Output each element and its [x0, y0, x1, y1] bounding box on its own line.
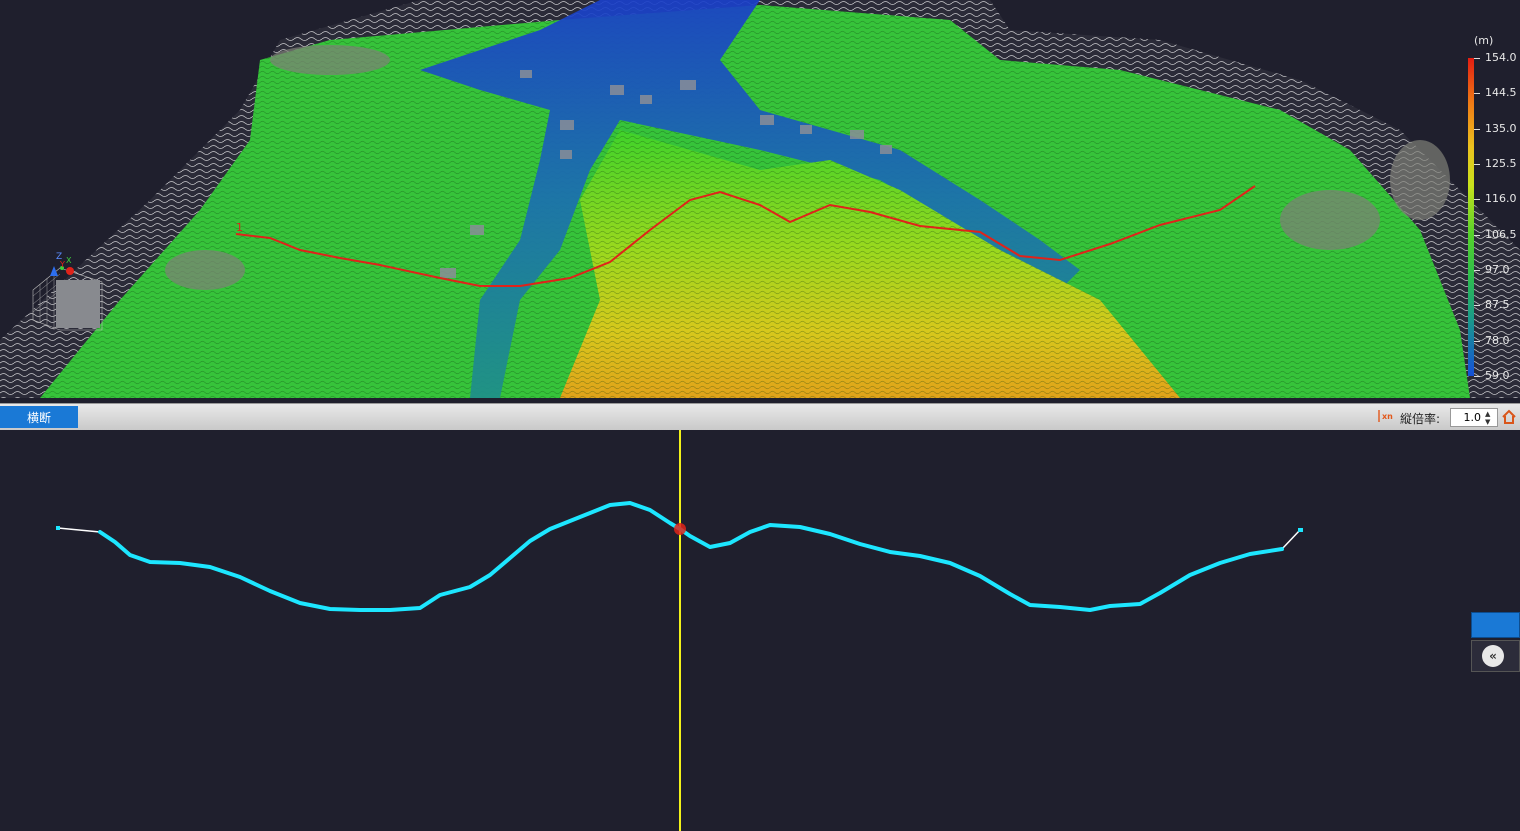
legend-value-label: 78.0 — [1485, 333, 1510, 347]
xn-icon-text: xn — [1382, 412, 1393, 421]
double-chevron-left-icon: « — [1482, 645, 1504, 667]
legend-value-label: 135.0 — [1485, 121, 1517, 135]
legend-tick — [1474, 164, 1480, 165]
home-icon[interactable] — [1500, 408, 1518, 426]
axis-y-label: Y — [59, 260, 65, 269]
cursor-point-marker[interactable] — [674, 523, 686, 535]
legend-value-label: 87.5 — [1485, 298, 1510, 312]
route-start-marker: 1 — [236, 221, 243, 234]
terrain-profile-line — [98, 501, 1284, 612]
axis-x-label: X — [66, 256, 72, 265]
profile-canvas[interactable] — [0, 430, 1520, 831]
spin-up-button[interactable]: ▲ — [1485, 410, 1490, 418]
legend-tick — [1474, 340, 1480, 342]
legend-tick — [1474, 199, 1480, 201]
legend-value-label: 97.0 — [1485, 263, 1510, 276]
legend-tick — [1474, 234, 1480, 236]
legend-tick — [1474, 58, 1480, 59]
legend-tick — [1474, 270, 1480, 271]
vertical-exaggeration-spinbox[interactable]: ▲ ▼ — [1450, 408, 1498, 427]
side-panel-collapse-button[interactable]: « — [1471, 640, 1520, 672]
legend-tick — [1474, 305, 1480, 307]
vertical-exaggeration-input[interactable] — [1451, 411, 1483, 424]
terrain-canvas[interactable]: 1 Z Y X — [0, 0, 1520, 398]
profile-end-segment-left — [57, 527, 101, 533]
legend-color-bar — [1468, 58, 1474, 376]
legend-value-label: 116.0 — [1485, 192, 1517, 206]
legend-value-label: 59.0 — [1485, 369, 1510, 382]
legend-value-label: 144.5 — [1485, 86, 1517, 100]
legend-tick — [1474, 93, 1480, 95]
legend-value-label: 106.5 — [1485, 227, 1517, 241]
profile-end-point-right — [1298, 528, 1303, 532]
side-panel-tab[interactable] — [1471, 612, 1520, 638]
profile-toolbar: 横断 xn 縦倍率: ▲ ▼ — [0, 403, 1520, 431]
legend-unit: (m) — [1474, 34, 1494, 47]
elevation-legend: (m) 154.0 144.5 135.0 125.5 116.0 106.5 97.0 87… — [1458, 32, 1520, 384]
legend-tick — [1474, 128, 1480, 130]
profile-end-segment-right — [1281, 529, 1301, 550]
terrain-3d-viewport[interactable]: 1 Z Y X (m) 154.0 144.5 135.0 125.5 116.0 106… — [0, 0, 1520, 398]
legend-value-label: 125.5 — [1485, 157, 1517, 170]
xn-icon[interactable]: xn — [1378, 409, 1396, 426]
legend-value-label: 154.0 — [1485, 51, 1517, 64]
vertical-exaggeration-label: 縦倍率: — [1400, 412, 1441, 426]
cross-section-profile-pane[interactable]: « — [0, 430, 1520, 831]
profile-end-point-left — [56, 526, 60, 530]
legend-tick — [1474, 376, 1480, 377]
tab-cross-section[interactable]: 横断 — [0, 406, 78, 428]
spin-down-button[interactable]: ▼ — [1485, 418, 1490, 426]
